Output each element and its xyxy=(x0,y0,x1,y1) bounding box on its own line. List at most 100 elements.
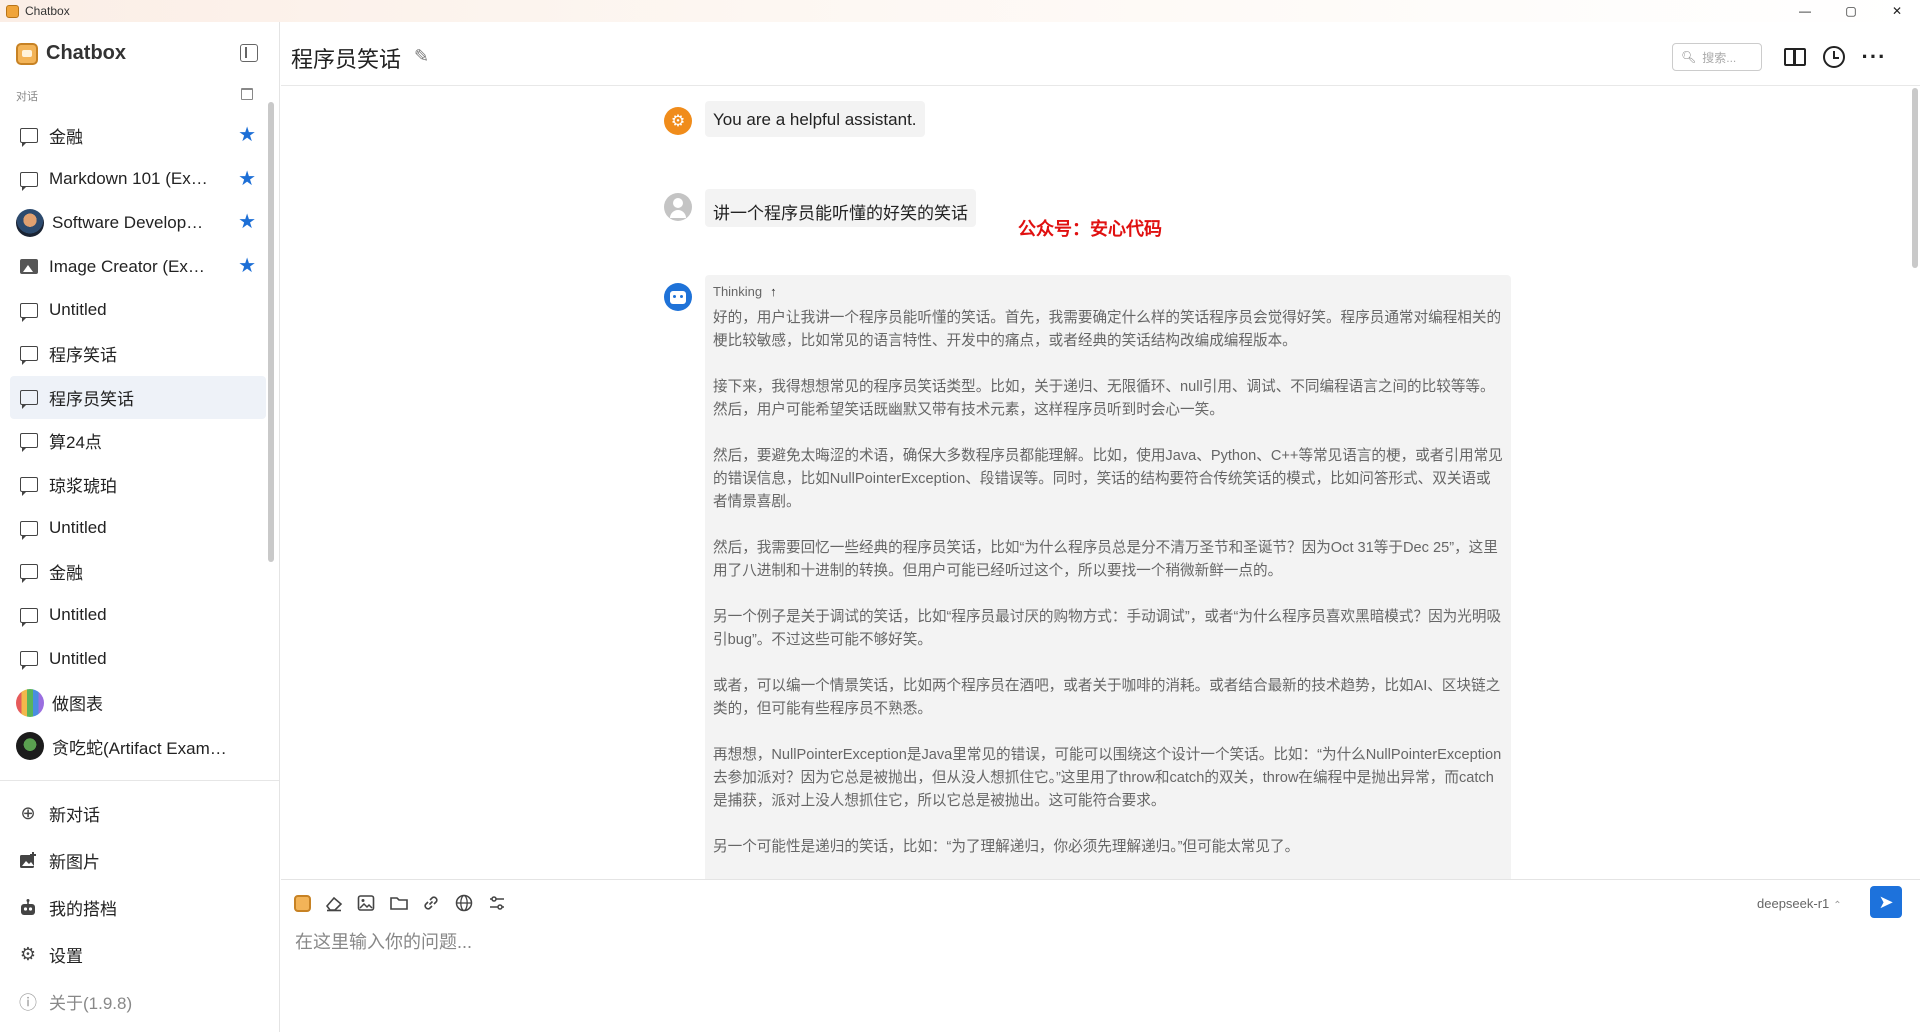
brand: Chatbox xyxy=(16,42,126,65)
sidebar-session-item[interactable]: Software Develop… ★ xyxy=(10,201,266,245)
new-image-button[interactable]: 新图片 xyxy=(18,837,268,884)
main-scrollbar[interactable] xyxy=(1912,88,1918,268)
session-label: 贪吃蛇(Artifact Example) xyxy=(52,738,228,758)
session-avatar-icon xyxy=(16,688,44,717)
system-message-text: You are a helpful assistant. xyxy=(713,110,917,129)
chatbox-toolbar-icon[interactable] xyxy=(291,892,313,914)
eraser-icon[interactable] xyxy=(323,892,345,914)
maximize-button[interactable]: ▢ xyxy=(1828,0,1874,22)
session-label: Software Develop… xyxy=(52,212,204,232)
new-chat-label: 新对话 xyxy=(49,806,100,825)
sidebar-session-item[interactable]: Untitled xyxy=(10,288,266,332)
gear-icon: ⚙ xyxy=(19,944,37,964)
window-controls: — ▢ ✕ xyxy=(1782,0,1920,22)
thinking-paragraph: 好的，用户让我讲一个程序员能听懂的笑话。首先，我需要确定什么样的笑话程序员会觉得… xyxy=(713,310,1502,349)
session-label: 做图表 xyxy=(52,695,103,715)
chat-title: 程序员笑话 xyxy=(291,47,402,72)
sidebar-scrollbar[interactable] xyxy=(268,102,274,562)
sidebar-session-item[interactable]: 金融 xyxy=(10,550,266,594)
thinking-paragraph: 另一个可能性是递归的笑话，比如：“为了理解递归，你必须先理解递归。”但可能太常见… xyxy=(713,839,1300,855)
title-bar: Chatbox — ▢ ✕ xyxy=(0,0,1920,22)
sidebar-session-item[interactable]: 算24点 xyxy=(10,419,266,463)
link-icon[interactable] xyxy=(420,892,442,914)
new-chat-button[interactable]: ⊕ 新对话 xyxy=(18,790,268,837)
user-message-text: 讲一个程序员能听懂的好笑的笑话 xyxy=(713,204,968,223)
thinking-toggle[interactable]: Thinking ↑ xyxy=(713,284,1503,299)
assistant-avatar-icon xyxy=(664,283,692,311)
sidebar-session-item[interactable]: Markdown 101 (Ex… ★ xyxy=(10,158,266,202)
minimize-button[interactable]: — xyxy=(1782,0,1828,22)
chat-bubble-icon xyxy=(20,607,38,627)
chat-header: 程序员笑话 ✎ 🔍︎ 搜索... ··· xyxy=(281,22,1920,86)
about-label: 关于(1.9.8) xyxy=(49,994,133,1013)
sidebar-session-item[interactable]: 程序员笑话 xyxy=(10,375,266,420)
session-label: Untitled xyxy=(49,605,107,625)
search-icon: 🔍︎ xyxy=(1681,50,1697,64)
chat-bubble-icon xyxy=(20,302,38,322)
folder-icon[interactable] xyxy=(388,892,410,914)
send-button[interactable]: ➤ xyxy=(1870,886,1902,918)
chat-bubble-icon xyxy=(20,128,38,148)
chat-bubble-icon xyxy=(20,520,38,540)
system-message: You are a helpful assistant. xyxy=(705,101,925,137)
chat-bubble-icon xyxy=(20,477,38,497)
chevron-updown-icon: ⌃ xyxy=(1833,900,1842,911)
session-label: Image Creator (Ex… xyxy=(49,256,205,276)
sidebar: Chatbox 对话 金融 ★ Markdown 101 (Ex… ★ Software… xyxy=(0,22,280,1032)
more-dots-icon: ··· xyxy=(1861,44,1887,69)
sidebar-actions: ⊕ 新对话 新图片 我的搭档 ⚙ 设置 ⓘ 关于(1.9.8) xyxy=(18,790,268,1025)
my-partners-label: 我的搭档 xyxy=(49,900,117,919)
chat-bubble-icon xyxy=(20,433,38,453)
sidebar-session-item[interactable]: 金融 ★ xyxy=(10,114,266,158)
thinking-content: 好的，用户让我讲一个程序员能听懂的笑话。首先，我需要确定什么样的笑话程序员会觉得… xyxy=(713,307,1503,859)
thinking-paragraph: 或者，可以编一个情景笑话，比如两个程序员在酒吧，或者关于咖啡的消耗。或者结合最新… xyxy=(713,678,1501,717)
model-name: deepseek-r1 xyxy=(1757,896,1830,911)
thinking-paragraph: 另一个例子是关于调试的笑话，比如“程序员最讨厌的购物方式：手动调试”，或者“为什… xyxy=(713,609,1502,648)
message-input[interactable]: 在这里输入你的问题... xyxy=(295,928,472,954)
more-button[interactable]: ··· xyxy=(1862,46,1886,68)
session-label: 金融 xyxy=(49,564,83,584)
robot-icon xyxy=(18,898,38,918)
settings-sliders-icon[interactable] xyxy=(486,892,508,914)
image-icon xyxy=(20,259,38,275)
settings-button[interactable]: ⚙ 设置 xyxy=(18,931,268,978)
history-button[interactable] xyxy=(1822,46,1846,68)
collapse-sidebar-icon[interactable] xyxy=(240,44,258,62)
image-icon[interactable] xyxy=(355,892,377,914)
sidebar-session-item[interactable]: 做图表 xyxy=(10,681,266,725)
sidebar-session-item[interactable]: 程序笑话 xyxy=(10,332,266,376)
star-icon[interactable]: ★ xyxy=(238,212,256,232)
about-button[interactable]: ⓘ 关于(1.9.8) xyxy=(18,978,268,1025)
session-avatar-icon xyxy=(16,732,44,761)
sidebar-session-item[interactable]: 琼浆琥珀 xyxy=(10,463,266,507)
sidebar-session-item[interactable]: 贪吃蛇(Artifact Example) xyxy=(10,724,266,768)
history-icon xyxy=(1823,46,1845,68)
star-icon[interactable]: ★ xyxy=(238,125,256,145)
thinking-paragraph: 再想想，NullPointerException是Java里常见的错误，可能可以… xyxy=(713,747,1502,809)
star-icon[interactable]: ★ xyxy=(238,256,256,276)
toggle-layout-button[interactable] xyxy=(1783,46,1807,68)
my-partners-button[interactable]: 我的搭档 xyxy=(18,884,268,931)
session-avatar-icon xyxy=(16,208,44,237)
model-selector[interactable]: deepseek-r1 ⌃ xyxy=(1757,896,1842,911)
session-label: Untitled xyxy=(49,648,107,668)
assistant-message: Thinking ↑ 好的，用户让我讲一个程序员能听懂的笑话。首先，我需要确定什… xyxy=(705,275,1511,879)
chat-bubble-icon xyxy=(20,346,38,366)
edit-title-icon[interactable]: ✎ xyxy=(414,46,429,67)
chat-bubble-icon xyxy=(20,564,38,584)
close-button[interactable]: ✕ xyxy=(1874,0,1920,22)
brand-name: Chatbox xyxy=(46,42,126,64)
new-image-label: 新图片 xyxy=(49,853,100,872)
add-image-icon xyxy=(18,851,38,871)
search-input[interactable]: 🔍︎ 搜索... xyxy=(1672,43,1762,71)
send-icon: ➤ xyxy=(1878,891,1894,912)
sidebar-session-item[interactable]: Untitled xyxy=(10,506,266,550)
search-placeholder: 搜索... xyxy=(1702,50,1737,65)
session-label: Untitled xyxy=(49,518,107,538)
clear-conversations-icon[interactable] xyxy=(241,88,253,100)
sidebar-session-item[interactable]: Image Creator (Ex… ★ xyxy=(10,245,266,289)
sidebar-session-item[interactable]: Untitled xyxy=(10,637,266,681)
sidebar-session-item[interactable]: Untitled xyxy=(10,594,266,638)
star-icon[interactable]: ★ xyxy=(238,169,256,189)
globe-icon[interactable] xyxy=(453,892,475,914)
